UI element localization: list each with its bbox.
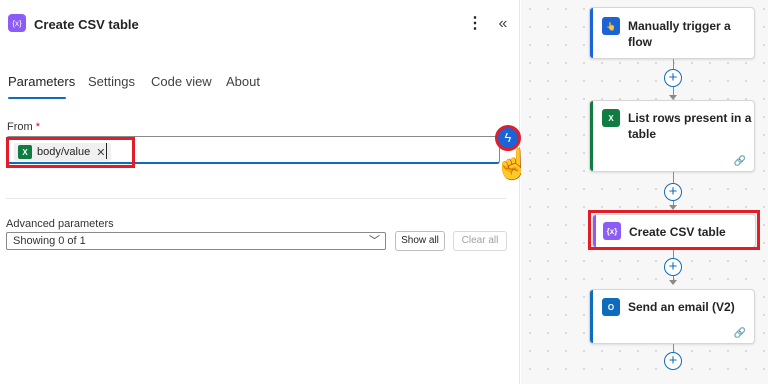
add-step-button[interactable]: + xyxy=(664,183,682,201)
active-tab-indicator xyxy=(8,97,66,99)
link-icon: 🔗 xyxy=(733,328,746,339)
advanced-parameters-label: Advanced parameters xyxy=(6,218,114,230)
data-operation-icon: {x} xyxy=(8,14,26,32)
section-divider xyxy=(6,198,506,199)
add-step-button[interactable]: + xyxy=(664,69,682,87)
required-mark: * xyxy=(35,121,41,133)
step-accent xyxy=(590,290,593,343)
outlook-icon: O xyxy=(602,298,620,316)
select-value: Showing 0 of 1 xyxy=(13,235,86,247)
flow-step-list-rows[interactable]: X List rows present in a table 🔗 xyxy=(589,100,755,172)
arrow-down-icon xyxy=(669,280,677,285)
connector-line xyxy=(673,250,674,258)
tab-code-view[interactable]: Code view xyxy=(151,74,212,89)
tab-bar: Parameters Settings Code view About xyxy=(0,68,520,100)
show-all-button[interactable]: Show all xyxy=(395,231,445,251)
step-accent xyxy=(590,101,593,171)
link-icon: 🔗 xyxy=(733,156,746,167)
step-accent xyxy=(590,8,593,58)
tab-about[interactable]: About xyxy=(226,74,260,89)
clear-all-button[interactable]: Clear all xyxy=(453,231,507,251)
tab-parameters[interactable]: Parameters xyxy=(8,74,75,89)
chevron-down-icon: ﹀ xyxy=(369,235,380,247)
tab-settings[interactable]: Settings xyxy=(88,74,135,89)
from-label: From * xyxy=(7,121,40,133)
highlight-annotation-token xyxy=(6,137,135,168)
from-label-text: From xyxy=(7,121,33,133)
collapse-left-icon[interactable]: « xyxy=(494,14,512,34)
connector-line xyxy=(673,344,674,352)
add-step-button[interactable]: + xyxy=(664,258,682,276)
advanced-parameters-select[interactable]: Showing 0 of 1 ﹀ xyxy=(6,232,386,250)
step-title: List rows present in a table xyxy=(628,111,752,141)
touch-icon: 👆 xyxy=(602,17,620,35)
action-details-panel: {x} Create CSV table ⋮ « Parameters Sett… xyxy=(0,0,520,384)
more-vertical-icon[interactable]: ⋮ xyxy=(467,14,483,34)
excel-icon: X xyxy=(602,109,620,127)
panel-header: {x} Create CSV table ⋮ « xyxy=(0,0,520,48)
flow-step-send-email[interactable]: O Send an email (V2) 🔗 xyxy=(589,289,755,344)
step-title: Manually trigger a flow xyxy=(628,19,731,49)
panel-title: Create CSV table xyxy=(34,17,139,32)
step-title: Send an email (V2) xyxy=(628,300,735,314)
flow-step-manual-trigger[interactable]: 👆 Manually trigger a flow xyxy=(589,7,755,59)
add-step-button[interactable]: + xyxy=(664,352,682,370)
highlight-annotation-step xyxy=(588,210,760,250)
